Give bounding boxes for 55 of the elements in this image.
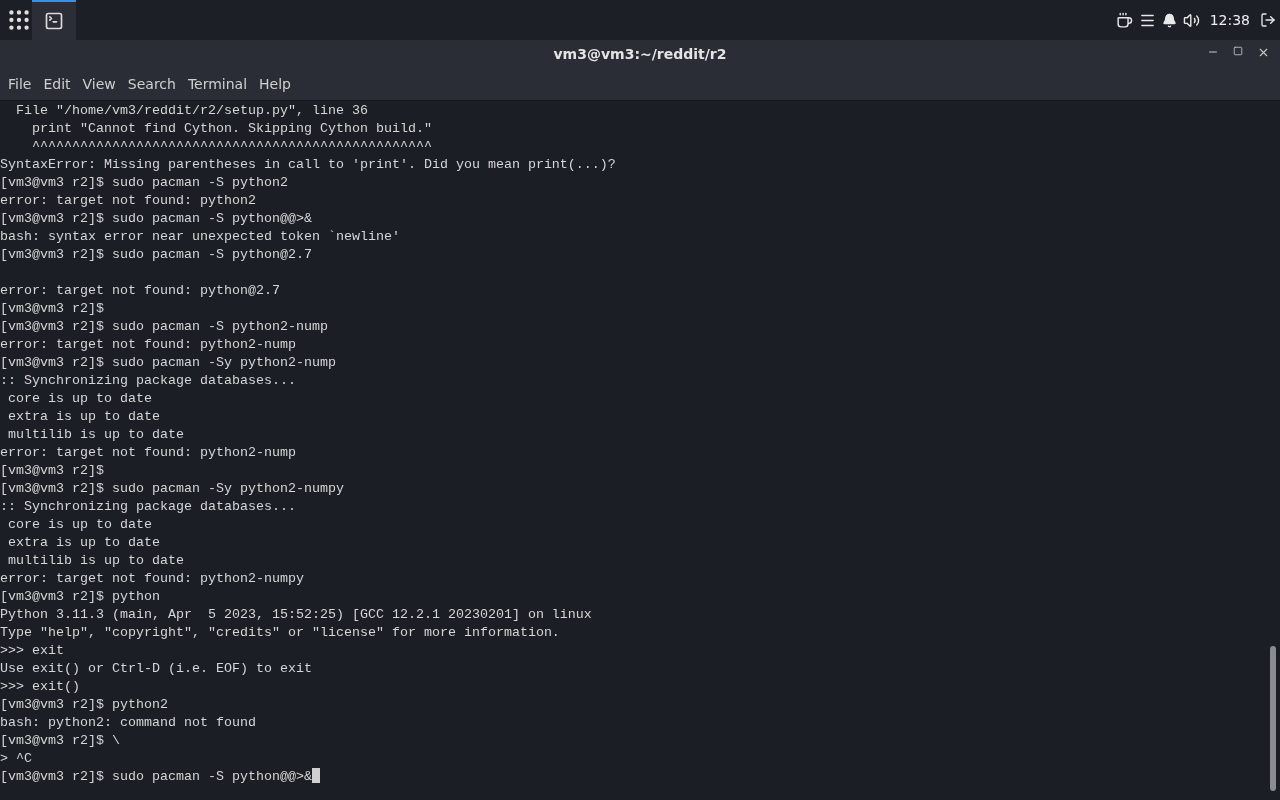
terminal-line: :: Synchronizing package databases... xyxy=(0,498,296,516)
terminal-line: core is up to date xyxy=(7,516,152,534)
speaker-icon[interactable] xyxy=(1182,11,1200,29)
terminal-line: extra is up to date xyxy=(7,408,160,426)
terminal-line: Type "help", "copyright", "credits" or "license" for more information. xyxy=(0,624,560,642)
menu-item[interactable]: Edit xyxy=(37,76,77,92)
menu-item[interactable]: Help xyxy=(253,76,297,92)
terminal-line: [vm3@vm3 r2]$ sudo pacman -Sy python2-numpy xyxy=(0,480,344,498)
app-grid-icon[interactable] xyxy=(6,7,32,33)
menu-item[interactable]: Terminal xyxy=(181,76,254,92)
terminal-line: extra is up to date xyxy=(7,534,160,552)
terminal-line: [vm3@vm3 r2]$ python2 xyxy=(0,696,168,714)
terminal-line: print "Cannot find Cython. Skipping Cython build." xyxy=(31,120,432,138)
terminal-line: File "/home/vm3/reddit/r2/setup.py", line 36 xyxy=(15,102,368,120)
terminal-line: [vm3@vm3 r2]$ sudo pacman -S python2 xyxy=(0,174,288,192)
terminal-line: [vm3@vm3 r2]$ sudo pacman -S python2-nump xyxy=(0,318,328,336)
terminal-line: bash: python2: command not found xyxy=(0,714,256,732)
terminal-icon xyxy=(44,11,64,31)
scrollbar-thumb[interactable] xyxy=(1270,646,1276,791)
menu-item[interactable]: Search xyxy=(121,76,182,92)
terminal-line: >>> exit xyxy=(0,642,64,660)
terminal-line: SyntaxError: Missing parentheses in call to 'print'. Did you mean print(...)? xyxy=(0,156,616,174)
terminal-line: [vm3@vm3 r2]$ sudo pacman -S python@@>& xyxy=(0,210,312,228)
terminal-line: [vm3@vm3 r2]$ sudo pacman -Sy python2-nump xyxy=(0,354,336,372)
terminal-line: ^^^^^^^^^^^^^^^^^^^^^^^^^^^^^^^^^^^^^^^^^^^^^^^^^^ xyxy=(31,138,432,156)
clock[interactable]: 12:38 xyxy=(1209,12,1250,28)
window-title: vm3@vm3:~/reddit/r2 xyxy=(553,46,727,62)
terminal-line: > ^C xyxy=(0,750,32,768)
terminal-line: error: target not found: python2-nump xyxy=(0,444,296,462)
coffee-cup-icon[interactable] xyxy=(1115,11,1133,29)
terminal-line: Python 3.11.3 (main, Apr 5 2023, 15:52:25) [GCC 12.2.1 20230201] on linux xyxy=(0,606,592,624)
terminal-line: core is up to date xyxy=(7,390,152,408)
terminal-task-button[interactable] xyxy=(32,0,76,40)
terminal-line: error: target not found: python2 xyxy=(0,192,256,210)
terminal-line: [vm3@vm3 r2]$ xyxy=(0,300,104,318)
terminal-line: bash: syntax error near unexpected token `newline' xyxy=(0,228,400,246)
terminal-line: >>> exit() xyxy=(0,678,80,696)
logout-icon[interactable] xyxy=(1260,12,1276,28)
terminal-line: [vm3@vm3 r2]$ \ xyxy=(0,732,120,750)
menu-item[interactable]: File xyxy=(2,76,38,92)
terminal-line: [vm3@vm3 r2]$ sudo pacman -S python@2.7 xyxy=(0,246,312,264)
terminal-line: error: target not found: python2-numpy xyxy=(0,570,304,588)
terminal-line: error: target not found: python@2.7 xyxy=(0,282,280,300)
maximize-icon xyxy=(1233,46,1243,56)
terminal-line: :: Synchronizing package databases... xyxy=(0,372,296,390)
terminal-line: multilib is up to date xyxy=(7,552,184,570)
close-icon xyxy=(1257,46,1270,59)
terminal-line: error: target not found: python2-nump xyxy=(0,336,296,354)
terminal-line: [vm3@vm3 r2]$ python xyxy=(0,588,160,606)
terminal-line: multilib is up to date xyxy=(7,426,184,444)
terminal-line: [vm3@vm3 r2]$ xyxy=(0,462,104,480)
terminal-line: [vm3@vm3 r2]$ sudo pacman -S python@@>& xyxy=(0,768,312,786)
terminal-line: Use exit() or Ctrl-D (i.e. EOF) to exit xyxy=(0,660,312,678)
bell-icon[interactable] xyxy=(1161,12,1177,28)
menu-item[interactable]: View xyxy=(76,76,122,92)
